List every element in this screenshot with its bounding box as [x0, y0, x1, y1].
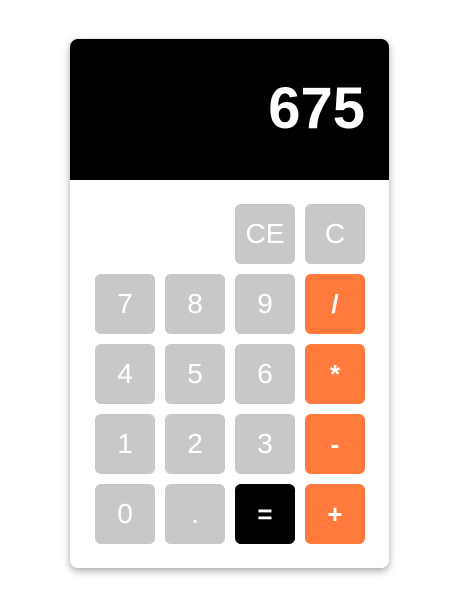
digit-9-button[interactable]: 9	[235, 274, 295, 334]
clear-button[interactable]: C	[305, 204, 365, 264]
decimal-button[interactable]: .	[165, 484, 225, 544]
equals-button[interactable]: =	[235, 484, 295, 544]
display-value: 675	[268, 76, 365, 141]
calculator-display: 675	[70, 39, 389, 180]
digit-8-button[interactable]: 8	[165, 274, 225, 334]
divide-button[interactable]: /	[305, 274, 365, 334]
digit-2-button[interactable]: 2	[165, 414, 225, 474]
subtract-button[interactable]: -	[305, 414, 365, 474]
add-button[interactable]: +	[305, 484, 365, 544]
digit-7-button[interactable]: 7	[95, 274, 155, 334]
digit-4-button[interactable]: 4	[95, 344, 155, 404]
digit-1-button[interactable]: 1	[95, 414, 155, 474]
digit-5-button[interactable]: 5	[165, 344, 225, 404]
calculator: 675 CE C 7 8 9 / 4 5 6 * 1 2 3 - 0 . = +	[70, 39, 389, 568]
digit-6-button[interactable]: 6	[235, 344, 295, 404]
digit-3-button[interactable]: 3	[235, 414, 295, 474]
multiply-button[interactable]: *	[305, 344, 365, 404]
clear-entry-button[interactable]: CE	[235, 204, 295, 264]
digit-0-button[interactable]: 0	[95, 484, 155, 544]
